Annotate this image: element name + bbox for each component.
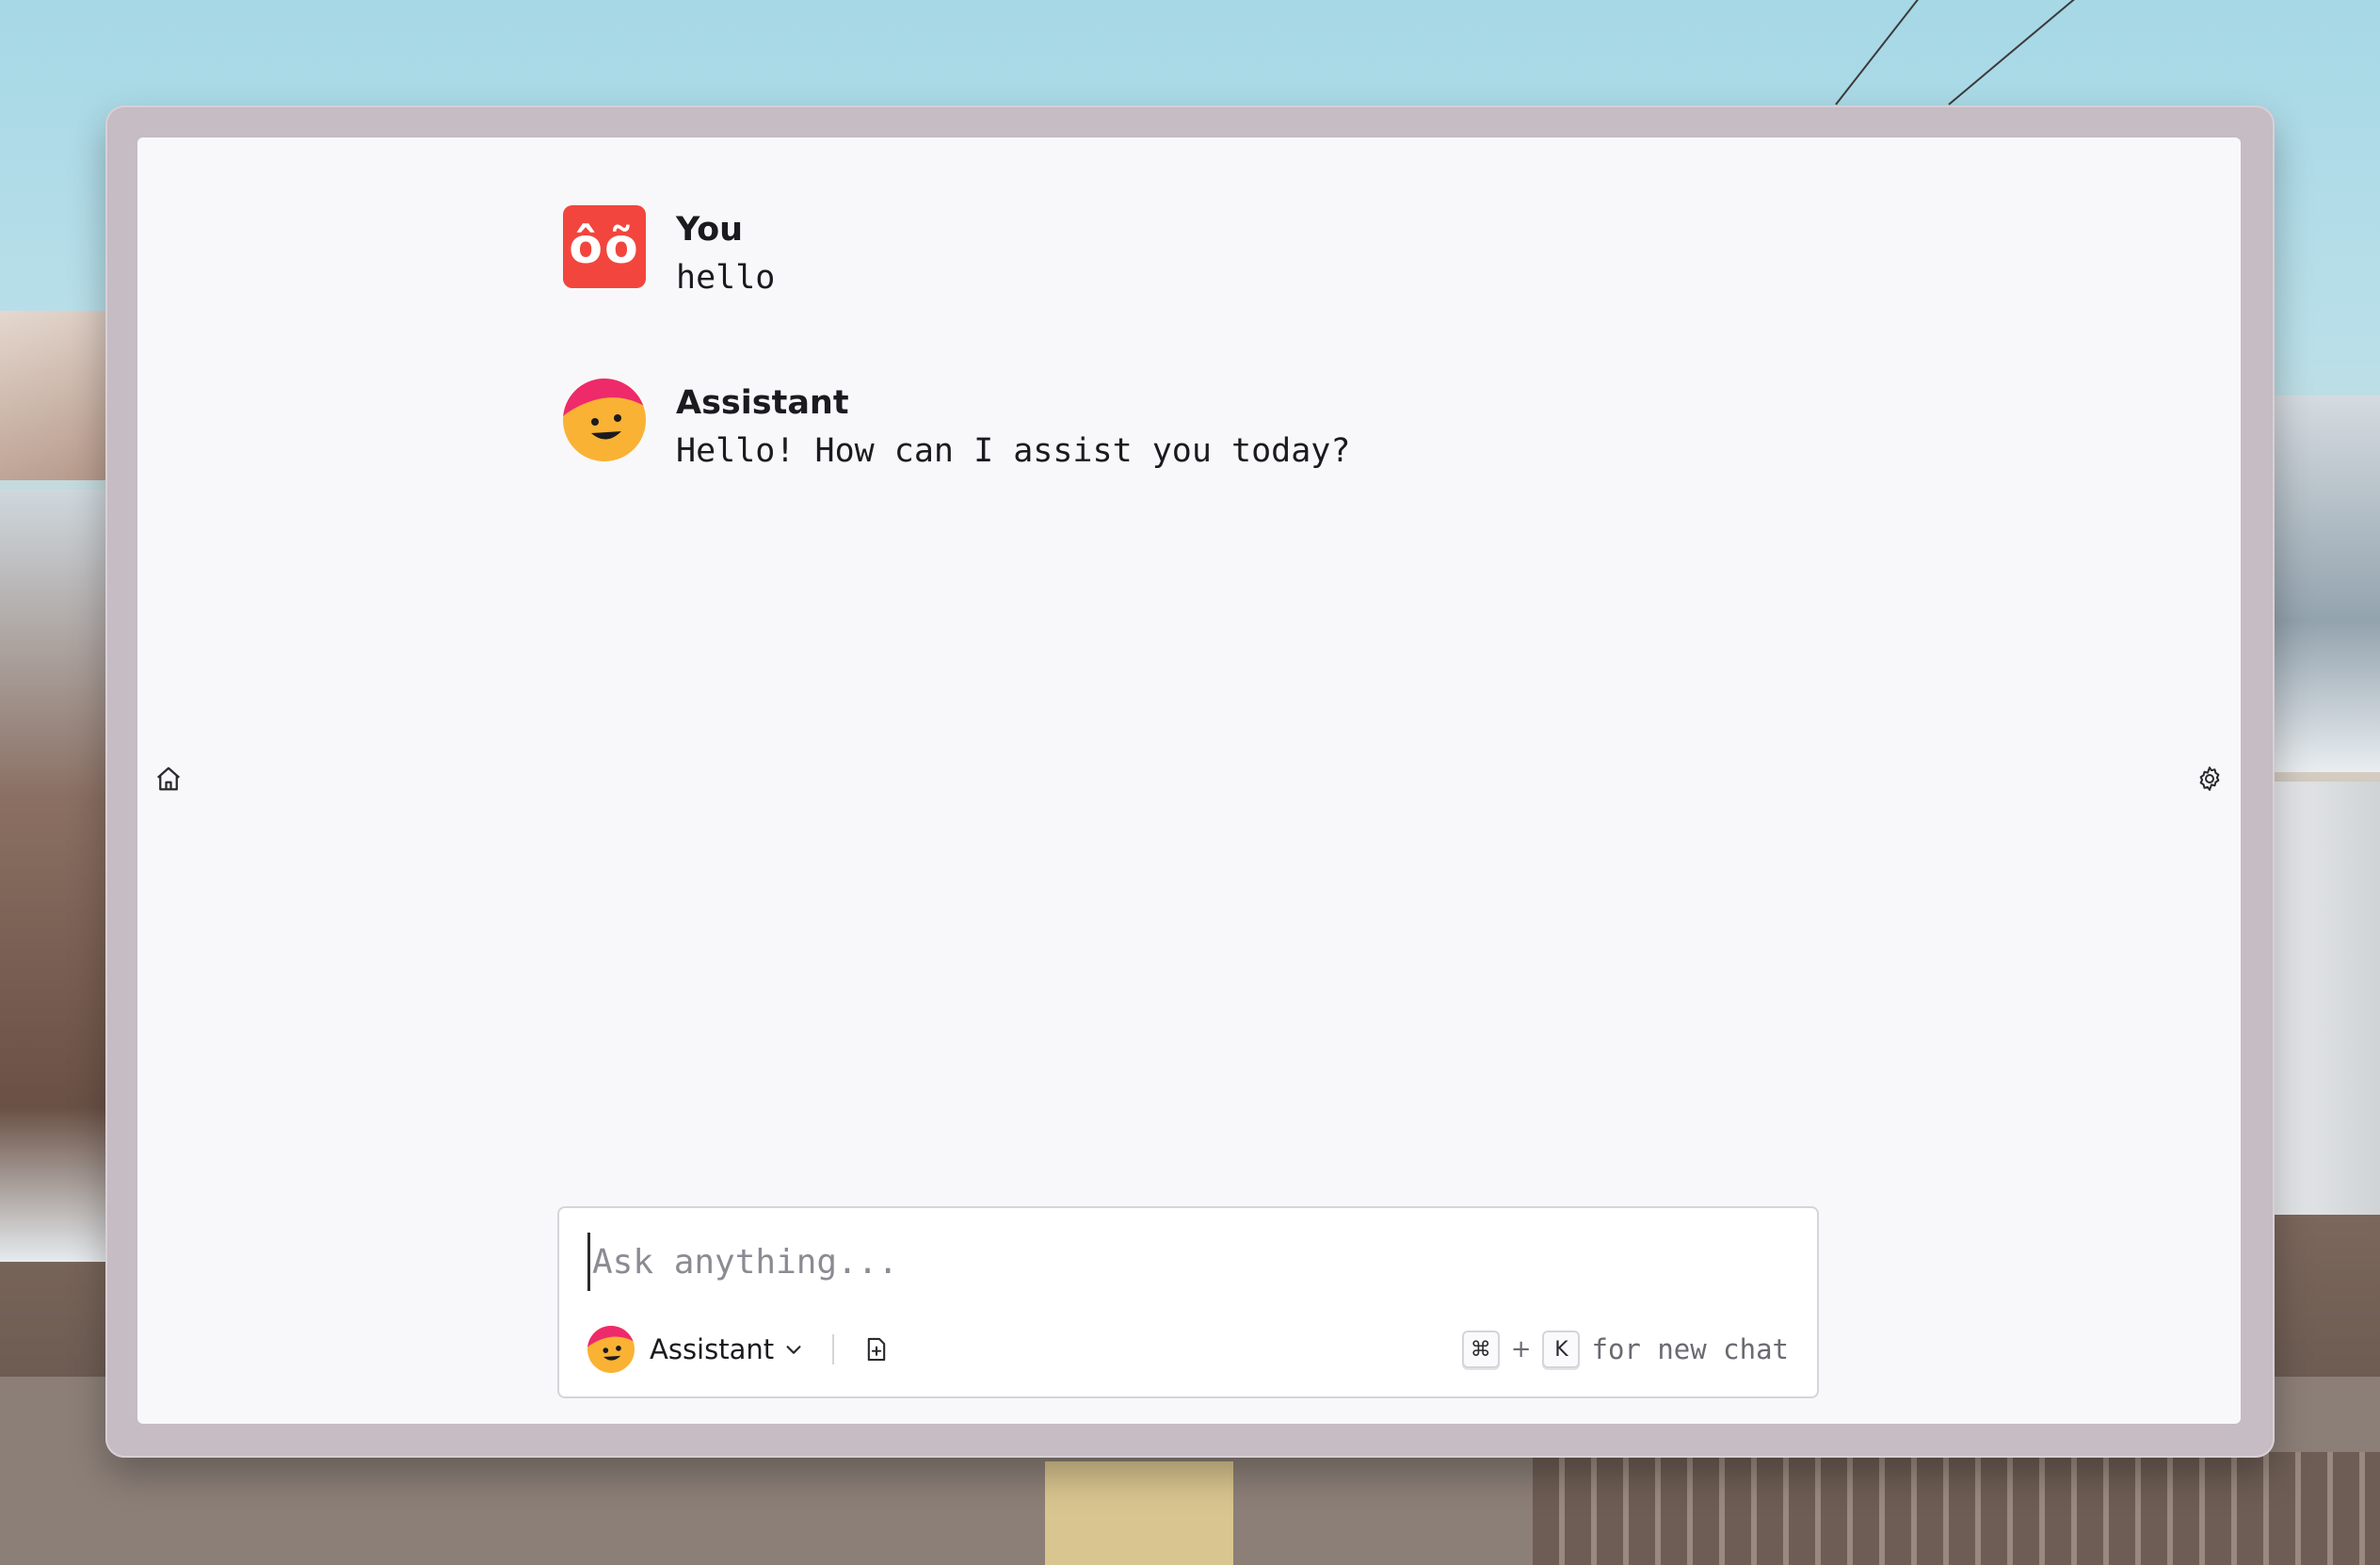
wallpaper-train xyxy=(2272,782,2380,1215)
gear-icon xyxy=(2199,766,2220,791)
chat-input[interactable] xyxy=(587,1233,1799,1291)
file-plus-icon xyxy=(867,1337,886,1362)
message-author: You xyxy=(676,211,744,249)
message-text: Hello! How can I assist you today? xyxy=(676,432,1351,470)
home-button[interactable] xyxy=(153,763,185,795)
composer: Assistant ⌘ + K for new chat xyxy=(557,1206,1819,1398)
new-chat-shortcut-hint: ⌘ + K for new chat xyxy=(1461,1331,1789,1368)
message-list: ôõ You hello Assistant Hello! How can I … xyxy=(563,205,1825,552)
message-author: Assistant xyxy=(676,384,849,422)
message-assistant: Assistant Hello! How can I assist you to… xyxy=(563,379,1825,476)
wallpaper-rails xyxy=(1533,1452,2380,1565)
wallpaper-mountain xyxy=(2267,395,2380,772)
user-avatar-logo: ôõ xyxy=(563,205,646,288)
wallpaper-wire xyxy=(1948,0,2094,105)
assistant-selector[interactable]: Assistant xyxy=(587,1326,804,1373)
assistant-smiley-avatar xyxy=(563,379,646,461)
shortcut-description: for new chat xyxy=(1591,1333,1789,1365)
toolbar-divider xyxy=(832,1334,835,1364)
wallpaper-wire xyxy=(1835,0,1953,105)
kbd-plus: + xyxy=(1510,1335,1532,1363)
chat-panel: ôõ You hello Assistant Hello! How can I … xyxy=(137,137,2241,1424)
kbd-command: ⌘ xyxy=(1461,1331,1500,1368)
chevron-down-icon xyxy=(786,1346,801,1354)
message-user: ôõ You hello xyxy=(563,205,1825,303)
wallpaper-tactile-strip xyxy=(1045,1461,1233,1565)
message-text: hello xyxy=(676,259,776,297)
wallpaper-roof xyxy=(0,311,113,480)
settings-button[interactable] xyxy=(2194,763,2226,795)
attach-file-button[interactable] xyxy=(862,1335,891,1363)
kbd-k: K xyxy=(1542,1331,1581,1368)
home-icon xyxy=(157,766,180,791)
user-avatar-glyph: ôõ xyxy=(569,218,640,275)
assistant-avatar-icon xyxy=(587,1326,635,1373)
composer-toolbar: Assistant ⌘ + K for new chat xyxy=(587,1323,1789,1376)
wallpaper-trees xyxy=(0,490,108,1262)
app-window: ôõ You hello Assistant Hello! How can I … xyxy=(105,105,2275,1458)
assistant-selector-label: Assistant xyxy=(650,1333,775,1365)
